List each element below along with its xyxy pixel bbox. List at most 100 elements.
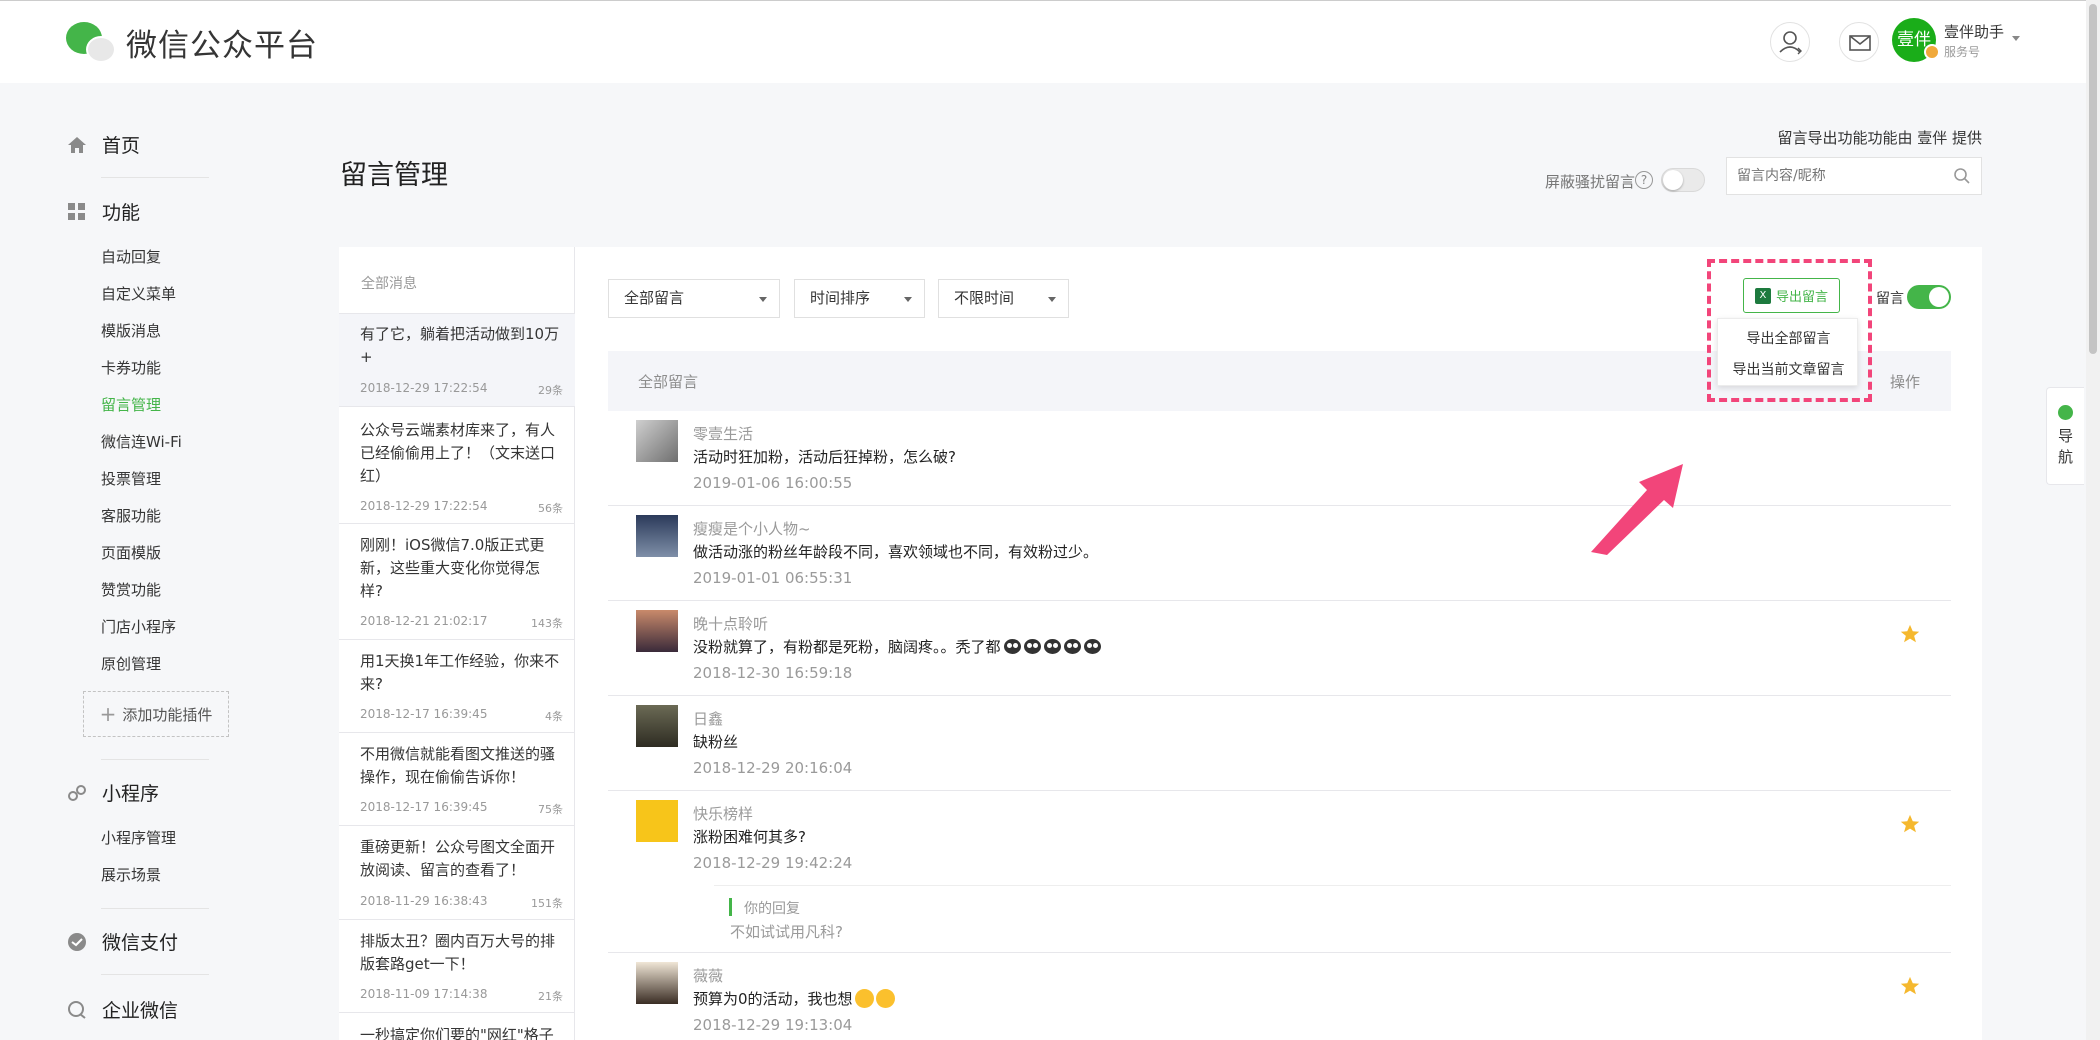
reply-label: 你的回复 [744,901,800,917]
divider [714,885,1951,886]
mail-icon[interactable] [1839,22,1879,62]
mask-spam-label: 屏蔽骚扰留言 [1545,173,1636,191]
avatar[interactable] [636,705,678,747]
comment-toggle[interactable] [1907,285,1951,309]
comment-author[interactable]: 瘦瘦是个小人物~ [693,518,811,539]
comment-time: 2018-12-29 20:16:04 [693,759,853,777]
sidebar-section-work-wechat[interactable]: 企业微信 [66,996,178,1023]
side-nav-tab[interactable]: 导航 [2046,387,2084,485]
user-icon[interactable] [1770,22,1810,62]
avatar[interactable] [636,800,678,842]
comment-text: 预算为0的活动，我也想 [693,988,895,1009]
article-item[interactable]: 刚刚！iOS微信7.0版正式更新，这些重大变化你觉得怎样? 2018-12-21… [339,523,575,639]
reply-text: 不如试试用凡科? [730,923,843,941]
reply-indicator [729,898,732,916]
sidebar-item-wifi[interactable]: 微信连Wi-Fi [101,431,182,452]
verified-badge-icon [1924,44,1940,60]
comment-text: 没粉就算了，有粉都是死粉，脑阔疼。。秃了都 [693,636,1101,657]
comment-author[interactable]: 零壹生活 [693,423,753,444]
comment-author[interactable]: 薇薇 [693,965,723,986]
star-icon[interactable] [1899,623,1921,645]
plus-icon: + [99,702,117,726]
sidebar-item-cards[interactable]: 卡券功能 [101,357,161,378]
comment-time: 2018-12-29 19:42:24 [693,854,853,872]
article-item[interactable]: 排版太丑？圈内百万大号的排版套路get一下！ 2018-11-09 17:14:… [339,919,575,1012]
article-item[interactable]: 公众号云端素材库来了，有人已经偷偷用上了！（文末送口红） 2018-12-29 … [339,406,575,523]
account-name[interactable]: 壹伴助手 [1944,21,2004,42]
table-header-label: 全部留言 [638,373,699,391]
table-op-header: 操作 [1890,373,1921,391]
pink-arrow-icon [1585,460,1685,555]
avatar[interactable] [636,420,678,462]
comment-text: 涨粉困难何其多? [693,828,806,846]
sidebar-item-customer-service[interactable]: 客服功能 [101,505,161,526]
search-icon[interactable] [1953,167,1971,185]
avatar[interactable] [636,610,678,652]
sidebar-item-reward[interactable]: 赞赏功能 [101,579,161,600]
sidebar-section-wechat-pay[interactable]: 微信支付 [66,928,178,955]
sidebar-item-showcase[interactable]: 展示场景 [101,864,161,885]
comment-time: 2018-12-29 19:13:04 [693,1016,853,1034]
sidebar-item-original[interactable]: 原创管理 [101,653,161,674]
mini-program-icon [66,782,88,804]
article-item[interactable]: 重磅更新！公众号图文全面开放阅读、留言的查看了！ 2018-11-29 16:3… [339,825,575,919]
sidebar-item-auto-reply[interactable]: 自动回复 [101,246,161,267]
emoji-icon [1023,639,1041,654]
export-dropdown-menu: 导出全部留言 导出当前文章留言 [1717,318,1858,386]
comment-author[interactable]: 日鑫 [693,708,723,729]
sidebar-item-mini-manage[interactable]: 小程序管理 [101,827,176,848]
star-icon[interactable] [1899,813,1921,835]
comment-author[interactable]: 晚十点聆听 [693,613,768,634]
comment-search-input[interactable] [1726,157,1982,195]
comment-author[interactable]: 快乐榜样 [693,803,753,824]
article-item[interactable]: 不用微信就能看图文推送的骚操作，现在偷偷告诉你！ 2018-12-17 16:3… [339,732,575,825]
grid-icon [66,201,88,223]
article-item[interactable]: 一秒搞定你们要的"网红"格子 [339,1012,575,1040]
comment-text: 做活动涨的粉丝年龄段不同，喜欢领域也不同，有效粉过少。 [693,543,1099,561]
comment-text: 活动时狂加粉，活动后狂掉粉，怎么破? [693,448,956,466]
emoji-icon [1063,639,1081,654]
chevron-down-icon[interactable] [2012,36,2020,41]
chevron-down-icon [1048,297,1056,302]
sidebar-item-page-template[interactable]: 页面模版 [101,542,161,563]
sort-time-select[interactable]: 时间排序 [794,279,925,318]
star-icon[interactable] [1899,975,1921,997]
sidebar-item-custom-menu[interactable]: 自定义菜单 [101,283,176,304]
add-plugin-button[interactable]: + 添加功能插件 [83,691,229,737]
chevron-down-icon [759,297,767,302]
sidebar-section-mini-program[interactable]: 小程序 [66,779,159,806]
sidebar-divider [101,759,209,760]
excel-icon: X [1754,287,1771,304]
sidebar-section-functions[interactable]: 功能 [66,198,140,225]
avatar[interactable] [636,962,678,1004]
time-range-select[interactable]: 不限时间 [938,279,1069,318]
article-item[interactable]: 有了它，躺着把活动做到10万+ 2018-12-29 17:22:54 29条 [339,313,575,406]
laughing-emoji-icon [875,989,895,1008]
sidebar-item-vote[interactable]: 投票管理 [101,468,161,489]
filter-all-comments-select[interactable]: 全部留言 [608,279,780,318]
sidebar-item-template-msg[interactable]: 模版消息 [101,320,161,341]
home-icon [66,134,88,156]
help-icon[interactable]: ? [1635,171,1653,189]
sidebar-section-home[interactable]: 首页 [66,131,140,158]
mask-spam-toggle[interactable] [1661,168,1705,192]
avatar[interactable] [636,515,678,557]
article-item[interactable]: 用1天换1年工作经验，你来不来? 2018-12-17 16:39:45 4条 [339,639,575,732]
sidebar-item-comments[interactable]: 留言管理 [101,394,161,415]
scrollbar-thumb[interactable] [2089,4,2097,354]
export-credit-text: 留言导出功能功能由 壹伴 提供 [1777,129,1982,147]
export-all-option[interactable]: 导出全部留言 [1718,328,1859,348]
sidebar-divider [101,177,209,178]
article-list-header[interactable]: 全部消息 [361,273,417,293]
comment-time: 2019-01-06 16:00:55 [693,474,853,492]
logo[interactable]: 微信公众平台 [66,18,318,66]
logo-text: 微信公众平台 [126,27,318,64]
account-type: 服务号 [1944,45,1981,59]
export-comments-button[interactable]: X 导出留言 [1743,278,1840,313]
sidebar-divider [101,974,209,975]
export-current-article-option[interactable]: 导出当前文章留言 [1718,359,1859,379]
sidebar-item-store[interactable]: 门店小程序 [101,616,176,637]
wechat-pay-icon [66,931,88,953]
comment-time: 2019-01-01 06:55:31 [693,569,853,587]
emoji-icon [1003,639,1021,654]
